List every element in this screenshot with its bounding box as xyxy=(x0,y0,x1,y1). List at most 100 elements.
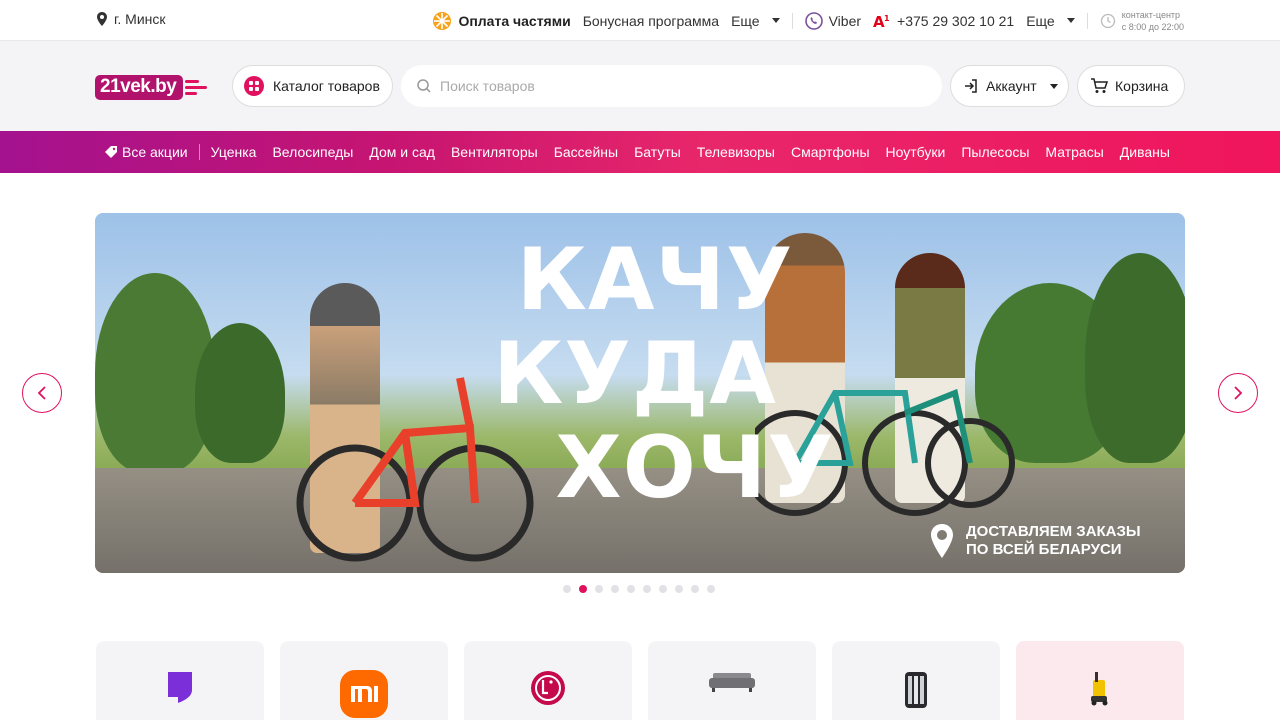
carousel-dots xyxy=(0,585,1280,593)
nav-item-home-garden[interactable]: Дом и сад xyxy=(369,144,435,160)
headline-line-3: ХОЧУ xyxy=(555,418,835,518)
bonus-program-label: Бонусная программа xyxy=(582,12,720,29)
viber-icon xyxy=(804,11,823,30)
carousel-dot[interactable] xyxy=(659,585,667,593)
sofa-icon xyxy=(709,673,755,692)
orange-slice-icon xyxy=(433,11,452,30)
search-box xyxy=(401,65,942,107)
brand-tiles xyxy=(96,641,1184,720)
carousel-dot[interactable] xyxy=(707,585,715,593)
city-selector[interactable]: г. Минск xyxy=(96,11,166,27)
nav-item-label: Уценка xyxy=(210,144,257,160)
pressure-washer-icon xyxy=(1091,672,1108,706)
carousel-dot[interactable] xyxy=(691,585,699,593)
carousel-dot[interactable] xyxy=(643,585,651,593)
account-label: Аккаунт xyxy=(986,78,1037,94)
search-icon xyxy=(417,79,431,93)
delivery-line-2: ПО ВСЕЙ БЕЛАРУСИ xyxy=(966,541,1122,558)
chevron-down-icon xyxy=(1066,18,1075,23)
nav-item-label: Телевизоры xyxy=(696,144,775,160)
city-label: г. Минск xyxy=(114,11,166,27)
more-menu-2[interactable]: Еще xyxy=(1026,13,1075,29)
account-button[interactable]: Аккаунт xyxy=(950,65,1069,107)
a1-operator-icon: A1 xyxy=(873,13,890,29)
logo-stripes xyxy=(185,79,208,95)
nav-item-vacuums[interactable]: Пылесосы xyxy=(961,144,1029,160)
divider xyxy=(1086,12,1088,29)
carousel-prev-button[interactable] xyxy=(22,373,62,413)
nav-item-pools[interactable]: Бассейны xyxy=(554,144,618,160)
phone-number: +375 29 302 10 21 xyxy=(897,12,1015,29)
scenery-tree xyxy=(1085,253,1185,463)
search-input[interactable] xyxy=(440,78,920,94)
nav-item-discount[interactable]: Уценка xyxy=(211,144,257,160)
delivery-line-1: ДОСТАВЛЯЕМ ЗАКАЗЫ xyxy=(966,523,1141,540)
nav-item-label: Вентиляторы xyxy=(450,144,538,160)
brand-tile[interactable] xyxy=(280,641,448,720)
cart-button[interactable]: Корзина xyxy=(1077,65,1185,107)
carousel-dot[interactable] xyxy=(563,585,571,593)
phone-link[interactable]: A1 +375 29 302 10 21 xyxy=(873,13,1014,29)
contact-center: контакт-центр с 8:00 до 22:00 xyxy=(1100,9,1184,33)
nav-item-label: Все акции xyxy=(122,144,188,160)
viber-link[interactable]: Viber xyxy=(804,11,862,30)
nav-item-label: Велосипеды xyxy=(272,144,354,160)
catalog-grid-icon xyxy=(244,76,264,96)
divider xyxy=(791,12,793,29)
chevron-down-icon xyxy=(771,18,780,23)
cart-icon xyxy=(1091,78,1108,93)
contact-center-label: контакт-центр xyxy=(1121,9,1181,20)
logo-text: 21vek.by xyxy=(95,74,184,100)
svg-text:1: 1 xyxy=(884,14,890,23)
nav-item-all-promos[interactable]: Все акции xyxy=(105,144,200,160)
tag-icon xyxy=(105,146,117,158)
brand-tile[interactable] xyxy=(96,641,264,720)
top-bar: г. Минск Оплата частями Бонусная програм… xyxy=(0,0,1280,41)
scenery-tree xyxy=(195,323,285,463)
category-tile[interactable] xyxy=(1016,641,1184,720)
location-pin-icon xyxy=(931,524,953,558)
nav-item-smartphones[interactable]: Смартфоны xyxy=(791,144,870,160)
carousel-dot[interactable] xyxy=(595,585,603,593)
nav-item-label: Дом и сад xyxy=(369,144,435,160)
lg-logo-icon xyxy=(531,671,565,705)
nav-item-label: Пылесосы xyxy=(961,144,1030,160)
category-tile[interactable] xyxy=(648,641,816,720)
nav-item-tvs[interactable]: Телевизоры xyxy=(697,144,775,160)
login-icon xyxy=(965,79,977,93)
nav-item-label: Диваны xyxy=(1119,144,1170,160)
nav-item-bicycles[interactable]: Велосипеды xyxy=(272,144,353,160)
promo-banner[interactable]: КАЧУ КУДА ХОЧУ ДОСТАВЛЯЕМ ЗАКАЗЫ ПО ВСЕЙ… xyxy=(95,213,1185,573)
nav-item-label: Батуты xyxy=(634,144,681,160)
nav-item-label: Смартфоны xyxy=(791,144,870,160)
viber-label: Viber xyxy=(828,12,862,29)
site-logo[interactable]: 21vek.by xyxy=(95,73,208,101)
bonus-program-link[interactable]: Бонусная программа xyxy=(583,13,719,29)
nav-item-laptops[interactable]: Ноутбуки xyxy=(886,144,946,160)
chevron-right-icon xyxy=(1234,386,1243,400)
carousel-dot-active[interactable] xyxy=(579,585,587,593)
nav-item-sofas[interactable]: Диваны xyxy=(1120,144,1170,160)
nav-item-label: Ноутбуки xyxy=(885,144,946,160)
nav-item-fans[interactable]: Вентиляторы xyxy=(451,144,538,160)
brand-tile[interactable] xyxy=(464,641,632,720)
chevron-left-icon xyxy=(37,386,46,400)
catalog-button[interactable]: Каталог товаров xyxy=(232,65,393,107)
catalog-label: Каталог товаров xyxy=(273,78,380,94)
more-label-1: Еще xyxy=(731,12,760,29)
carousel-next-button[interactable] xyxy=(1218,373,1258,413)
installments-link[interactable]: Оплата частями xyxy=(432,11,571,31)
shower-cabin-icon xyxy=(905,672,927,708)
carousel-dot[interactable] xyxy=(627,585,635,593)
category-tile[interactable] xyxy=(832,641,1000,720)
carousel-dot[interactable] xyxy=(611,585,619,593)
headline-line-2: КУДА xyxy=(493,324,777,424)
nav-item-mattresses[interactable]: Матрасы xyxy=(1045,144,1103,160)
cart-label: Корзина xyxy=(1115,78,1169,94)
more-menu-1[interactable]: Еще xyxy=(731,13,780,29)
carousel-dot[interactable] xyxy=(675,585,683,593)
nav-item-label: Бассейны xyxy=(553,144,619,160)
more-label-2: Еще xyxy=(1026,12,1055,29)
nav-item-label: Матрасы xyxy=(1045,144,1104,160)
nav-item-trampolines[interactable]: Батуты xyxy=(634,144,681,160)
